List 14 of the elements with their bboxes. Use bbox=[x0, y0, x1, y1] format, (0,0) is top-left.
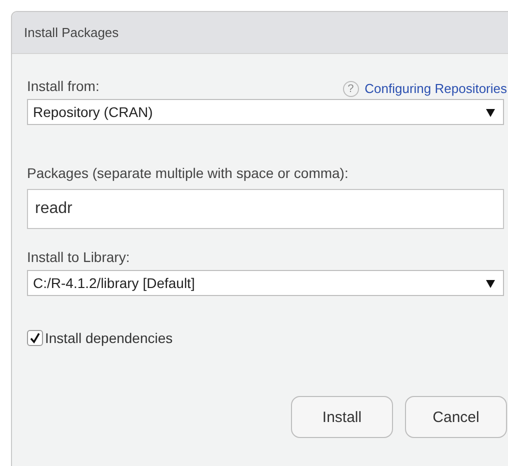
field-label: Install to Library: bbox=[27, 249, 130, 265]
dialog-button[interactable]: Install bbox=[291, 396, 393, 438]
checkbox[interactable] bbox=[27, 330, 43, 346]
field-label: Install from: bbox=[27, 78, 100, 94]
help-link[interactable]: Configuring Repositories bbox=[364, 81, 507, 96]
packages-input[interactable]: readr bbox=[27, 189, 504, 229]
library-select[interactable]: C:/R-4.1.2/library [Default] bbox=[27, 270, 504, 296]
window-title: Install Packages bbox=[24, 25, 119, 40]
dialog-button[interactable]: Cancel bbox=[405, 396, 507, 438]
dropdown-arrow-icon bbox=[486, 108, 495, 116]
dropdown-arrow-icon bbox=[486, 278, 495, 288]
checkbox-label: Install dependencies bbox=[45, 330, 173, 346]
repository-select[interactable]: Repository (CRAN) bbox=[27, 99, 504, 125]
field-label: Packages (separate multiple with space or comma): bbox=[27, 165, 348, 181]
